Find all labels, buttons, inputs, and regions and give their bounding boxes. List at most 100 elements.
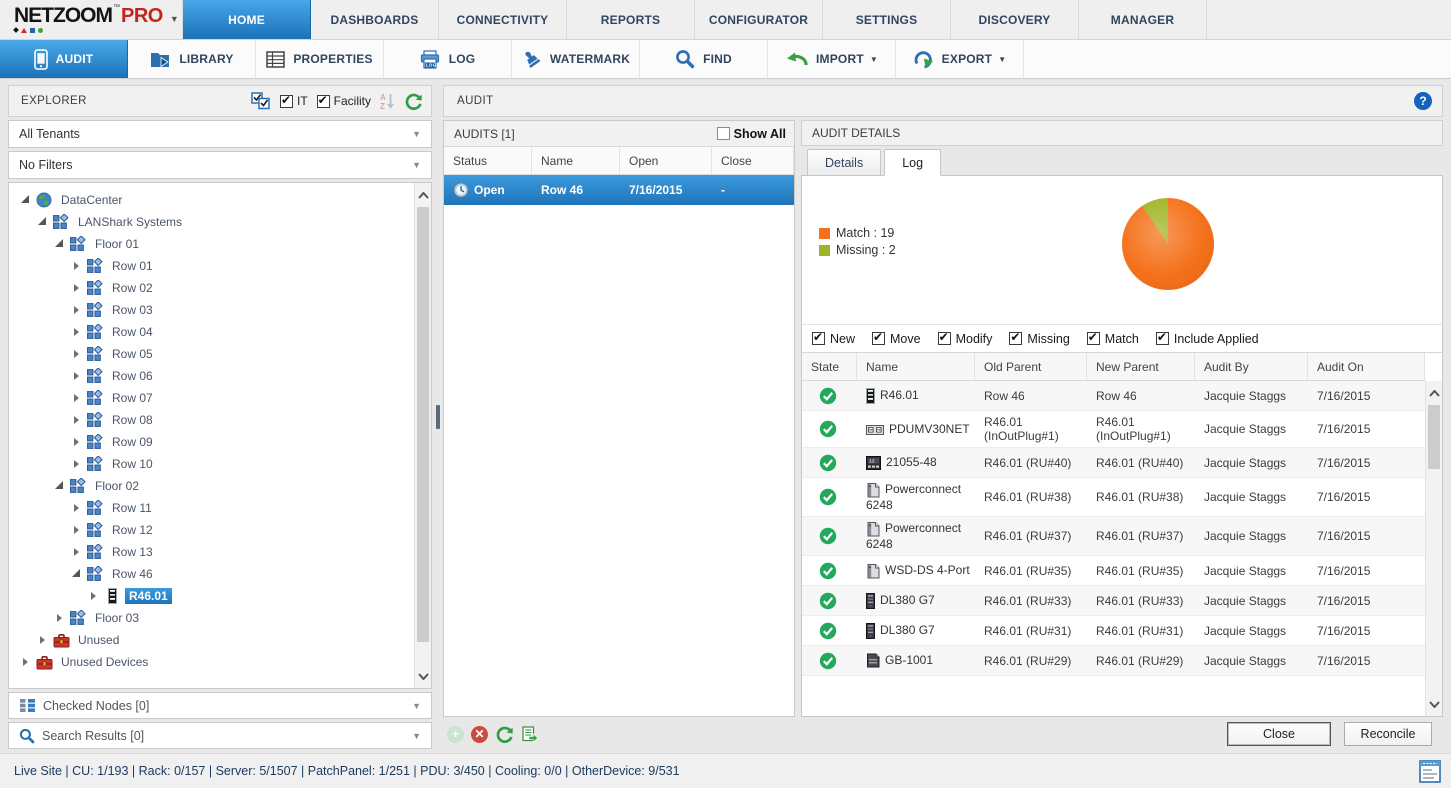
column-header[interactable]: Close (712, 147, 794, 174)
close-button[interactable]: Close (1227, 722, 1331, 746)
tree-expander-icon[interactable] (19, 658, 31, 666)
tree-node[interactable]: Row 46 (9, 563, 411, 585)
tree-node[interactable]: Row 08 (9, 409, 411, 431)
tree-node[interactable]: Row 02 (9, 277, 411, 299)
details-row[interactable]: R46.01 Row 46 Row 46 Jacquie Staggs 7/16… (802, 381, 1425, 411)
delete-audit-button[interactable]: ✕ (471, 726, 488, 743)
nav-tab[interactable]: HOME (183, 0, 311, 39)
tree-expander-icon[interactable] (70, 572, 82, 577)
tree-node[interactable]: Row 06 (9, 365, 411, 387)
scroll-up-icon[interactable] (415, 185, 432, 205)
checked-nodes-bar[interactable]: Checked Nodes [0] ▼ (8, 692, 432, 719)
splitter-handle[interactable] (436, 405, 440, 429)
tree-node[interactable]: Floor 01 (9, 233, 411, 255)
toolbar-button[interactable]: IMPORT ▼ (768, 40, 896, 78)
tree-node[interactable]: Unused Devices (9, 651, 411, 673)
tree-expander-icon[interactable] (53, 484, 65, 489)
add-audit-button[interactable]: + (447, 726, 464, 743)
refresh-icon[interactable] (404, 92, 423, 111)
tenant-dropdown[interactable]: All Tenants ▼ (8, 120, 432, 148)
tree-node[interactable]: Row 13 (9, 541, 411, 563)
toolbar-button[interactable]: PROPERTIES ▼ (256, 40, 384, 78)
tree-expander-icon[interactable] (70, 372, 82, 380)
tree-expander-icon[interactable] (70, 350, 82, 358)
tree-node[interactable]: Row 03 (9, 299, 411, 321)
tree-node[interactable]: Row 12 (9, 519, 411, 541)
tree-node[interactable]: Row 04 (9, 321, 411, 343)
details-row[interactable]: GB-1001 R46.01 (RU#29) R46.01 (RU#29) Ja… (802, 646, 1425, 676)
tree-expander-icon[interactable] (70, 284, 82, 292)
scroll-down-icon[interactable] (1426, 694, 1442, 714)
toolbar-button[interactable]: LOG LOG ▼ (384, 40, 512, 78)
export-grid-button[interactable] (521, 726, 538, 743)
tree-node[interactable]: R46.01 (9, 585, 411, 607)
filter-checkbox[interactable]: New (812, 332, 855, 346)
tree-node[interactable]: Row 10 (9, 453, 411, 475)
audit-row[interactable]: Open Row 46 7/16/2015 - (444, 175, 794, 205)
nav-tab[interactable]: DASHBOARDS (311, 0, 439, 39)
details-row[interactable]: PDUMV30NET R46.01 (InOutPlug#1) R46.01 (… (802, 411, 1425, 448)
column-header[interactable]: Audit By (1195, 353, 1308, 380)
tree-expander-icon[interactable] (70, 526, 82, 534)
details-row[interactable]: WSD-DS 4-Port R46.01 (RU#35) R46.01 (RU#… (802, 556, 1425, 586)
nav-tab[interactable]: CONFIGURATOR (695, 0, 823, 39)
scrollbar-thumb[interactable] (417, 207, 429, 642)
toolbar-button[interactable]: LIBRARY ▼ (128, 40, 256, 78)
column-header[interactable]: Audit On (1308, 353, 1425, 380)
multi-check-icon[interactable] (251, 92, 271, 110)
tree-node[interactable]: Row 09 (9, 431, 411, 453)
tree-expander-icon[interactable] (70, 504, 82, 512)
tree-expander-icon[interactable] (53, 242, 65, 247)
scroll-up-icon[interactable] (1426, 383, 1442, 403)
help-icon[interactable]: ? (1414, 92, 1432, 110)
filter-checkbox[interactable]: Missing (1009, 332, 1069, 346)
scrollbar-thumb[interactable] (1428, 405, 1440, 469)
filter-dropdown[interactable]: No Filters ▼ (8, 151, 432, 179)
filter-checkbox[interactable]: Match (1087, 332, 1139, 346)
logo-dropdown-icon[interactable]: ▼ (170, 14, 179, 24)
tree-expander-icon[interactable] (70, 460, 82, 468)
report-toggle-button[interactable] (1419, 760, 1441, 783)
column-header[interactable]: New Parent (1087, 353, 1195, 380)
nav-tab[interactable]: REPORTS (567, 0, 695, 39)
tree-expander-icon[interactable] (70, 416, 82, 424)
filter-checkbox[interactable]: Modify (938, 332, 993, 346)
it-filter-checkbox[interactable]: IT (280, 94, 308, 108)
column-header[interactable]: Open (620, 147, 712, 174)
details-tab[interactable]: Log (884, 149, 941, 176)
tree-node[interactable]: Row 01 (9, 255, 411, 277)
search-results-bar[interactable]: Search Results [0] ▼ (8, 722, 432, 749)
panel-splitter[interactable] (432, 85, 443, 749)
tree-expander-icon[interactable] (87, 592, 99, 600)
tree-node[interactable]: Floor 03 (9, 607, 411, 629)
details-row[interactable]: Powerconnect 6248 R46.01 (RU#37) R46.01 … (802, 517, 1425, 556)
reconcile-button[interactable]: Reconcile (1344, 722, 1432, 746)
details-row[interactable]: DL380 G7 R46.01 (RU#33) R46.01 (RU#33) J… (802, 586, 1425, 616)
tree-expander-icon[interactable] (70, 306, 82, 314)
nav-tab[interactable]: MANAGER (1079, 0, 1207, 39)
toolbar-button[interactable]: AUDIT ▼ (0, 40, 128, 78)
tree-node[interactable]: Floor 02 (9, 475, 411, 497)
column-header[interactable]: Name (532, 147, 620, 174)
filter-checkbox[interactable]: Move (872, 332, 921, 346)
toolbar-button[interactable]: WATERMARK ▼ (512, 40, 640, 78)
nav-tab[interactable]: DISCOVERY (951, 0, 1079, 39)
tree-expander-icon[interactable] (70, 262, 82, 270)
tree-scrollbar[interactable] (414, 183, 431, 688)
tree-node[interactable]: LANShark Systems (9, 211, 411, 233)
column-header[interactable]: State (802, 353, 857, 380)
tree-expander-icon[interactable] (36, 220, 48, 225)
tree-expander-icon[interactable] (70, 438, 82, 446)
column-header[interactable]: Status (444, 147, 532, 174)
details-scrollbar[interactable] (1425, 381, 1442, 716)
details-row[interactable]: Powerconnect 6248 R46.01 (RU#38) R46.01 … (802, 478, 1425, 517)
filter-checkbox[interactable]: Include Applied (1156, 332, 1259, 346)
tree-node[interactable]: Unused (9, 629, 411, 651)
details-row[interactable]: DL380 G7 R46.01 (RU#31) R46.01 (RU#31) J… (802, 616, 1425, 646)
refresh-button[interactable] (495, 725, 514, 744)
tree-expander-icon[interactable] (53, 614, 65, 622)
tree-expander-icon[interactable] (19, 198, 31, 203)
details-tab[interactable]: Details (807, 149, 881, 176)
tree-expander-icon[interactable] (36, 636, 48, 644)
details-row[interactable]: 1221055-48 R46.01 (RU#40) R46.01 (RU#40)… (802, 448, 1425, 478)
